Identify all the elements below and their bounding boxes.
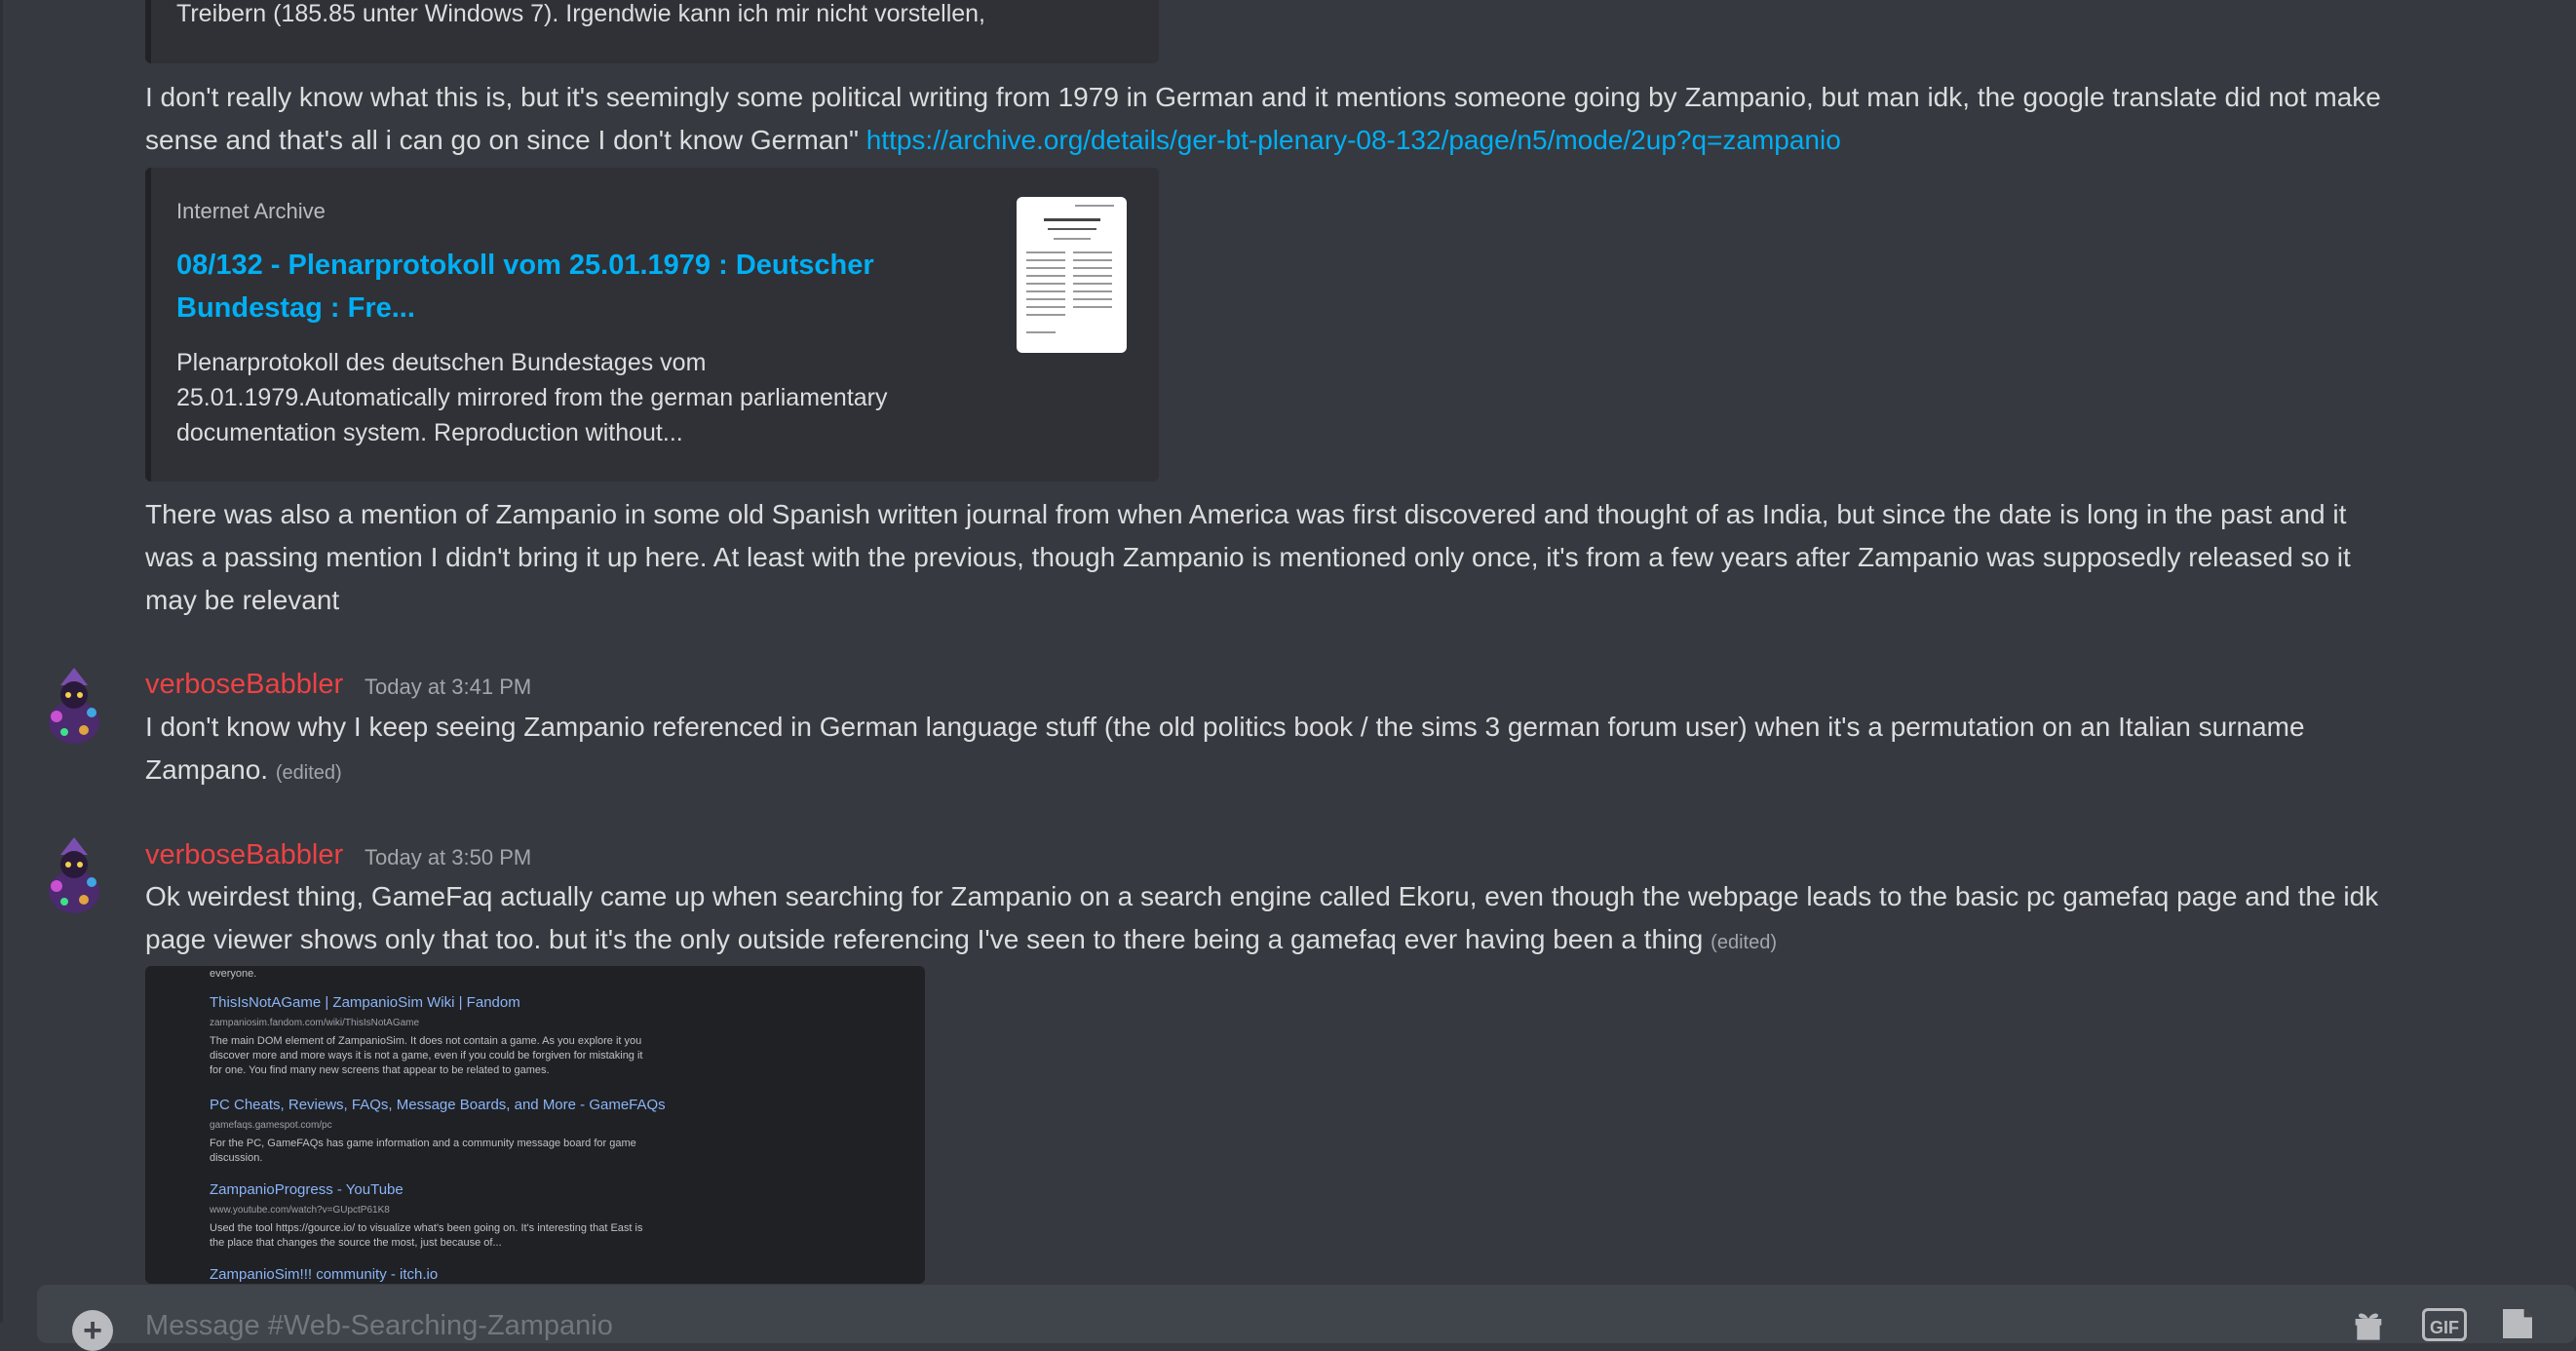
sticker-icon[interactable] bbox=[2498, 1304, 2537, 1351]
message-input[interactable]: Message #Web-Searching-Zampanio bbox=[145, 1310, 613, 1342]
search-result-url: gamefaqs.gamespot.com/pc bbox=[210, 1120, 332, 1131]
avatar[interactable] bbox=[39, 666, 109, 744]
snippet-line: Used the tool https://gource.io/ to visu… bbox=[210, 1222, 643, 1234]
message-line-text: Zampano. bbox=[145, 754, 276, 785]
screenshot-text: everyone. bbox=[210, 968, 257, 980]
embed-provider[interactable]: Internet Archive bbox=[176, 199, 326, 224]
embed-partial: Treibern (185.85 unter Windows 7). Irgen… bbox=[145, 0, 1159, 63]
username[interactable]: verboseBabbler bbox=[145, 669, 343, 701]
message-line: sense and that's all i can go on since I… bbox=[145, 119, 2381, 162]
avatar[interactable] bbox=[39, 835, 109, 913]
message-line-text: sense and that's all i can go on since I… bbox=[145, 125, 866, 155]
message-line: There was also a mention of Zampanio in … bbox=[145, 499, 2347, 529]
message-composer: + Message #Web-Searching-Zampanio GIF bbox=[37, 1285, 2576, 1351]
edited-tag: (edited) bbox=[275, 762, 342, 784]
timestamp: Today at 3:41 PM bbox=[365, 675, 532, 699]
message-text: I don't really know what this is, but it… bbox=[145, 76, 2381, 162]
search-result-url: zampaniosim.fandom.com/wiki/ThisIsNotAGa… bbox=[210, 1018, 420, 1028]
search-result-snippet: Used the tool https://gource.io/ to visu… bbox=[210, 1221, 677, 1251]
search-result-url: www.youtube.com/watch?v=GUpctP61K8 bbox=[210, 1205, 390, 1216]
message-line: I don't know why I keep seeing Zampanio … bbox=[145, 712, 2305, 742]
embed-title[interactable]: 08/132 - Plenarprotokoll vom 25.01.1979 … bbox=[176, 244, 956, 329]
search-result-title: ThisIsNotAGame | ZampanioSim Wiki | Fand… bbox=[210, 994, 520, 1011]
message-line: may be relevant bbox=[145, 585, 340, 615]
link-embed: Internet Archive 08/132 - Plenarprotokol… bbox=[145, 168, 1159, 482]
message-text: I don't know why I keep seeing Zampanio … bbox=[145, 706, 2305, 794]
gif-icon[interactable]: GIF bbox=[2422, 1308, 2467, 1341]
message-line: was a passing mention I didn't bring it … bbox=[145, 542, 2351, 572]
add-attachment-button[interactable]: + bbox=[72, 1310, 113, 1351]
message-line: page viewer shows only that too. but it'… bbox=[145, 918, 2378, 964]
message-text: Ok weirdest thing, GameFaq actually came… bbox=[145, 875, 2378, 964]
snippet-line: the place that changes the source the mo… bbox=[210, 1237, 502, 1249]
search-result-snippet: The main DOM element of ZampanioSim. It … bbox=[210, 1034, 677, 1078]
timestamp: Today at 3:50 PM bbox=[365, 845, 532, 869]
snippet-line: discover more and more ways it is not a … bbox=[210, 1050, 643, 1062]
snippet-line: discussion. bbox=[210, 1152, 263, 1164]
snippet-line: for one. You find many new screens that … bbox=[210, 1064, 550, 1076]
search-result-title: ZampanioProgress - YouTube bbox=[210, 1181, 404, 1198]
username[interactable]: verboseBabbler bbox=[145, 839, 343, 871]
left-edge bbox=[0, 0, 3, 1323]
snippet-line: For the PC, GameFAQs has game informatio… bbox=[210, 1138, 636, 1149]
message-text: There was also a mention of Zampanio in … bbox=[145, 493, 2351, 622]
image-attachment[interactable]: everyone. ThisIsNotAGame | ZampanioSim W… bbox=[145, 966, 925, 1284]
search-result-title: PC Cheats, Reviews, FAQs, Message Boards… bbox=[210, 1097, 666, 1113]
search-result-title: ZampanioSim!!! community - itch.io bbox=[210, 1266, 439, 1283]
search-result-snippet: For the PC, GameFAQs has game informatio… bbox=[210, 1137, 677, 1166]
embed-thumbnail[interactable] bbox=[1017, 197, 1127, 353]
message-line: I don't really know what this is, but it… bbox=[145, 82, 2381, 112]
message-line: Zampano. (edited) bbox=[145, 749, 2305, 794]
archive-link[interactable]: https://archive.org/details/ger-bt-plena… bbox=[866, 125, 1841, 155]
message-line: Ok weirdest thing, GameFaq actually came… bbox=[145, 881, 2379, 911]
embed-description: Plenarprotokoll des deutschen Bundestage… bbox=[176, 349, 888, 446]
edited-tag: (edited) bbox=[1711, 932, 1777, 953]
message-line-text: page viewer shows only that too. but it'… bbox=[145, 924, 1711, 954]
gift-icon[interactable] bbox=[2349, 1304, 2388, 1351]
embed-partial-text: Treibern (185.85 unter Windows 7). Irgen… bbox=[176, 0, 986, 27]
snippet-line: The main DOM element of ZampanioSim. It … bbox=[210, 1035, 642, 1047]
